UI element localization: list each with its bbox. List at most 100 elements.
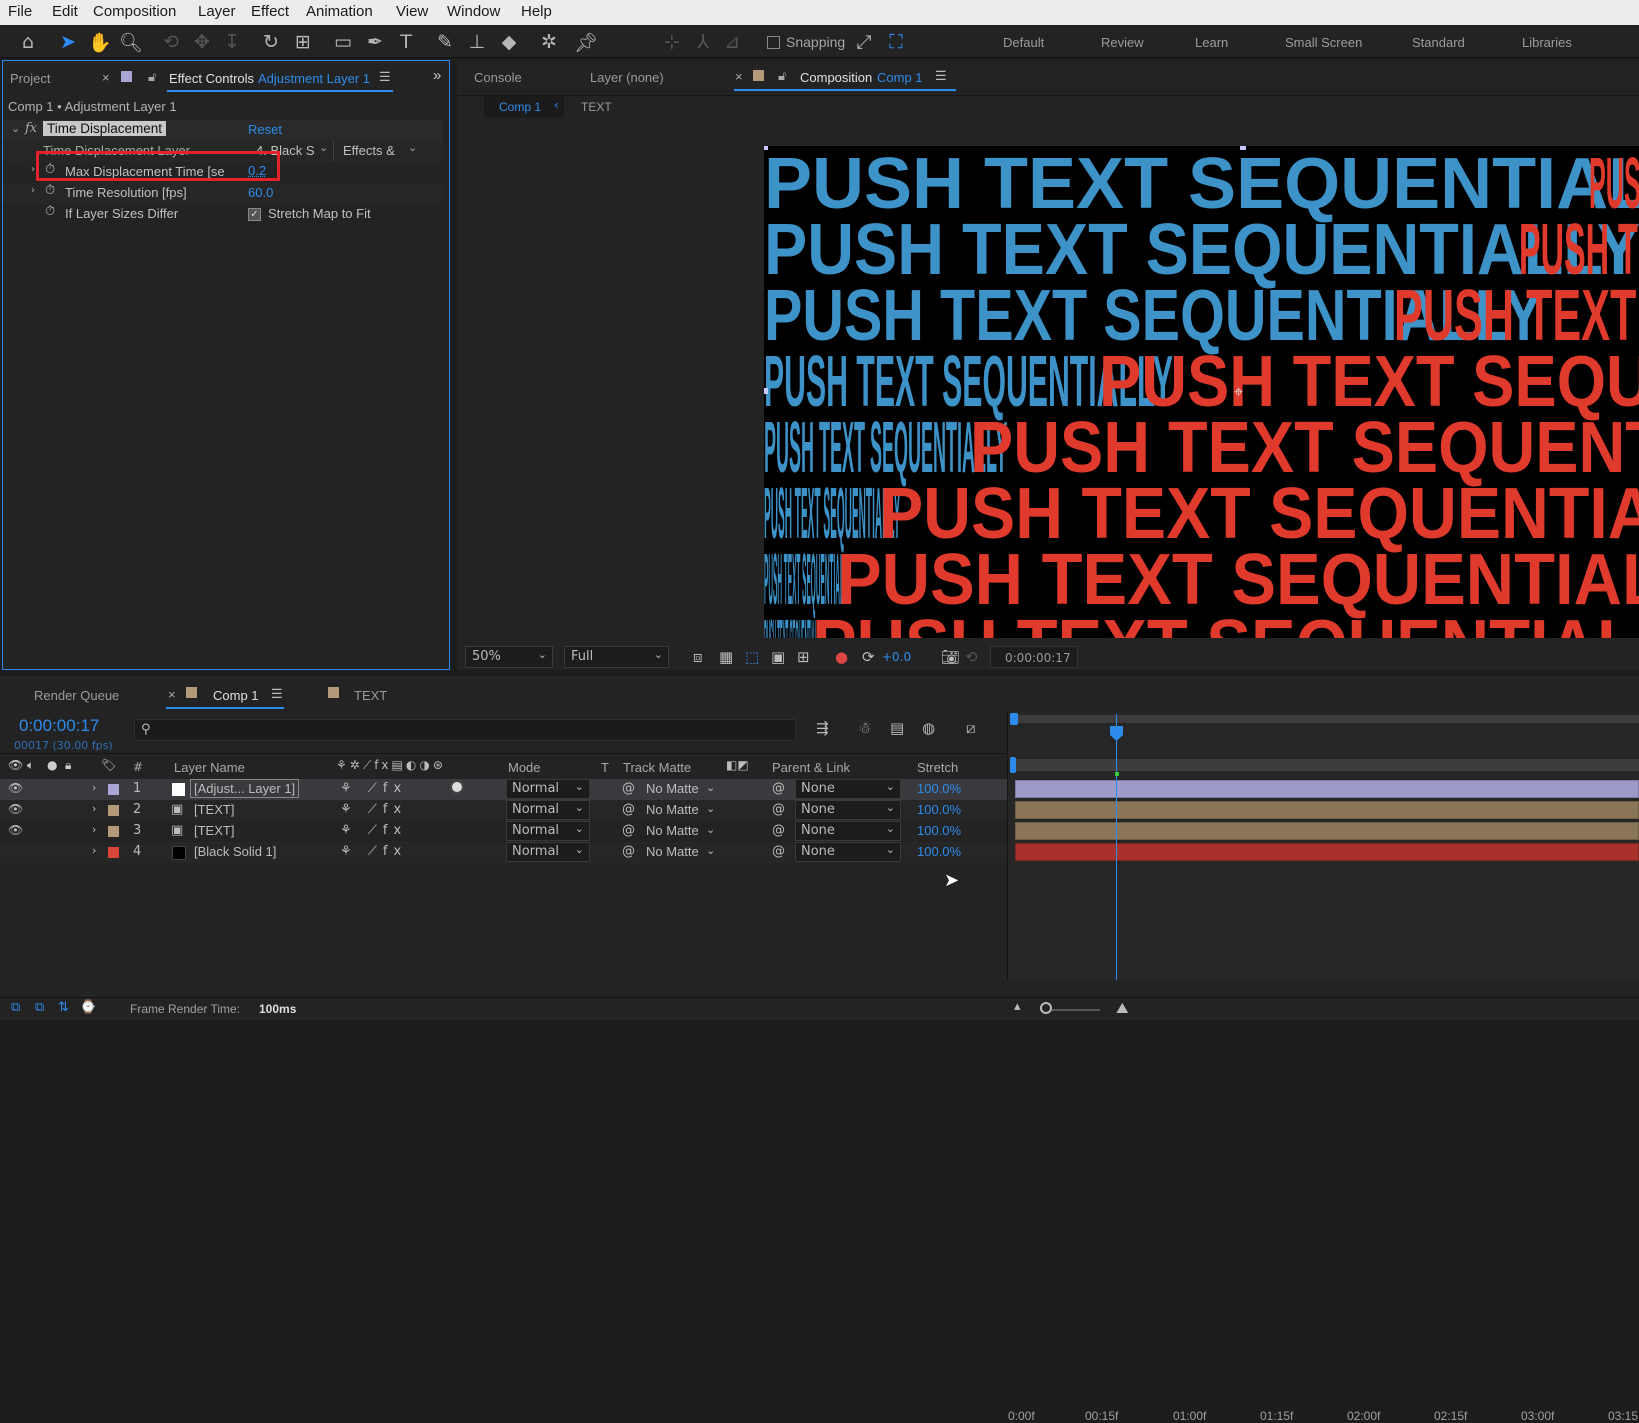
effect-name[interactable]: Time Displacement [43, 121, 167, 136]
panel-menu-icon[interactable]: ☰ [271, 686, 283, 702]
roto-brush-icon[interactable]: ✲ [536, 29, 562, 55]
reset-exposure-icon[interactable]: ⟳ [862, 648, 875, 666]
snapshot-icon[interactable]: 📷︎ [941, 648, 960, 666]
transfer-controls-toggle-icon[interactable]: ⧉ [35, 1000, 44, 1015]
layer-name[interactable]: [Black Solid 1] [194, 844, 276, 859]
layer-bar-text[interactable] [1015, 801, 1639, 819]
audio-toggle-icon[interactable]: 🔈︎ [27, 758, 34, 773]
world-axis-icon[interactable]: ⊿ [719, 29, 745, 55]
graph-editor-icon[interactable]: ⧄ [966, 719, 976, 737]
magnification-select[interactable]: 50% ⌄ [465, 646, 553, 668]
resolution-select[interactable]: Full ⌄ [564, 646, 669, 668]
col-mode[interactable]: Mode [508, 760, 541, 775]
expand-arrow-icon[interactable]: › [31, 164, 35, 175]
layer-switches[interactable]: ⚘ ⟋fx [340, 802, 407, 817]
chevron-down-icon[interactable]: ⌄ [706, 823, 715, 836]
layer-row[interactable]: 👁︎ › 1 [Adjust... Layer 1] ⚘ ⟋fx Normal ⌄… [0, 779, 1007, 800]
col-track-matte[interactable]: Track Matte [623, 760, 691, 775]
track-matte-value[interactable]: No Matte [646, 802, 699, 817]
mode-select[interactable]: Normal ⌄ [506, 779, 590, 799]
rectangle-tool-icon[interactable]: ▭ [330, 29, 356, 55]
zoom-slider-thumb[interactable] [1040, 1002, 1052, 1014]
work-area-start-handle[interactable] [1010, 713, 1018, 725]
parent-select[interactable]: None ⌄ [795, 842, 901, 862]
expand-panels-icon[interactable]: » [433, 67, 441, 84]
expand-arrow-icon[interactable]: › [92, 781, 96, 794]
layer-switches[interactable]: ⚘ ⟋fx [340, 781, 407, 796]
collapse-arrow-icon[interactable]: ⌄ [11, 122, 20, 135]
grid-guides-icon[interactable]: ⊞ [797, 648, 810, 666]
transform-handle[interactable] [764, 146, 768, 150]
lock-icon[interactable]: 🔒︎ [65, 758, 71, 773]
eraser-tool-icon[interactable]: ◆ [496, 29, 522, 55]
adjustment-layer-icon[interactable] [450, 780, 464, 794]
menu-file[interactable]: File [8, 3, 32, 20]
tab-console[interactable]: Console [474, 70, 522, 85]
stopwatch-icon[interactable]: ⏱︎ [45, 204, 55, 219]
dolly-camera-icon[interactable]: ↧ [219, 29, 245, 55]
workspace-libraries[interactable]: Libraries [1522, 35, 1572, 50]
col-layer-name[interactable]: Layer Name [174, 760, 245, 775]
parent-pickwhip-icon[interactable]: @ [772, 781, 785, 796]
menu-animation[interactable]: Animation [306, 3, 373, 20]
expand-arrow-icon[interactable]: › [92, 802, 96, 815]
col-parent[interactable]: Parent & Link [772, 760, 850, 775]
parent-select[interactable]: None ⌄ [795, 821, 901, 841]
stretch-value[interactable]: 100.0% [917, 781, 961, 796]
workspace-small-screen[interactable]: Small Screen [1285, 35, 1362, 50]
layer-label-swatch[interactable] [108, 805, 119, 816]
stopwatch-icon[interactable]: ⏱︎ [45, 183, 55, 198]
stretch-value[interactable]: 100.0% [917, 802, 961, 817]
panel-menu-icon[interactable]: ☰ [379, 69, 391, 85]
eye-icon[interactable]: 👁︎ [8, 823, 23, 837]
layer-name[interactable]: [TEXT] [194, 802, 234, 817]
matte-pickwhip-icon[interactable]: @ [622, 781, 635, 796]
menu-help[interactable]: Help [521, 3, 552, 20]
transform-handle[interactable] [1240, 146, 1246, 150]
matte-pickwhip-icon[interactable]: @ [622, 844, 635, 859]
col-stretch[interactable]: Stretch [917, 760, 958, 775]
fx-icon[interactable]: fx [25, 121, 37, 136]
eye-icon[interactable]: 👁︎ [8, 802, 23, 816]
layer-search-input[interactable]: ⚲ [134, 719, 796, 741]
pen-tool-icon[interactable]: ✒ [362, 29, 388, 55]
layer-row[interactable]: 👁︎ › 2 ▣ [TEXT] ⚘ ⟋fx Normal ⌄ @ No Matte… [0, 800, 1007, 821]
flowchart-comp-crumb[interactable]: Comp 1 ‹ [484, 96, 564, 118]
workspace-default[interactable]: Default [1003, 35, 1044, 50]
layer-name[interactable]: [TEXT] [194, 823, 234, 838]
zoom-tool-icon[interactable]: 🔍︎ [118, 29, 144, 55]
layer-row[interactable]: 👁︎ › 3 ▣ [TEXT] ⚘ ⟋fx Normal ⌄ @ No Matte… [0, 821, 1007, 842]
axis-icon[interactable]: ⅄ [690, 29, 716, 55]
parent-pickwhip-icon[interactable]: @ [772, 844, 785, 859]
menu-view[interactable]: View [396, 3, 428, 20]
menu-composition[interactable]: Composition [93, 3, 176, 20]
chevron-down-icon[interactable]: ⌄ [706, 802, 715, 815]
rotate-tool-icon[interactable]: ↻ [258, 29, 284, 55]
parent-pickwhip-icon[interactable]: @ [772, 802, 785, 817]
tab-composition[interactable]: Composition [800, 70, 872, 85]
menu-layer[interactable]: Layer [198, 3, 236, 20]
chevron-down-icon[interactable]: ⌄ [706, 844, 715, 857]
viewer-timecode[interactable]: 0:00:00:17 [990, 646, 1078, 668]
expand-arrow-icon[interactable]: › [92, 823, 96, 836]
channel-icon[interactable]: ● [835, 648, 848, 666]
layer-label-swatch[interactable] [108, 784, 119, 795]
pan-camera-icon[interactable]: ✥ [189, 29, 215, 55]
menu-edit[interactable]: Edit [52, 3, 78, 20]
composition-canvas[interactable]: PUSH TEXT SEQUENTIALLY PUSH TEXT SEQUENT… [764, 146, 1639, 638]
snap-features-icon[interactable]: ⛶ [883, 29, 909, 55]
menu-window[interactable]: Window [447, 3, 500, 20]
panel-menu-icon[interactable]: ☰ [935, 68, 947, 84]
align-icon[interactable]: ⊹ [659, 29, 685, 55]
workspace-learn[interactable]: Learn [1195, 35, 1228, 50]
tab-render-queue[interactable]: Render Queue [34, 688, 119, 703]
clone-stamp-icon[interactable]: ⊥ [464, 29, 490, 55]
chevron-down-icon[interactable]: ⌄ [319, 141, 328, 154]
in-out-toggle-icon[interactable]: ⇅ [58, 1000, 69, 1015]
mode-select[interactable]: Normal ⌄ [506, 800, 590, 820]
layer-bar-text[interactable] [1015, 822, 1639, 840]
mask-visibility-icon[interactable]: ⬚ [745, 648, 759, 666]
lock-icon[interactable]: 🔓︎ [148, 69, 156, 85]
composition-mini-flowchart-icon[interactable]: ⇶ [816, 719, 829, 737]
orbit-camera-icon[interactable]: ⟲ [158, 29, 184, 55]
